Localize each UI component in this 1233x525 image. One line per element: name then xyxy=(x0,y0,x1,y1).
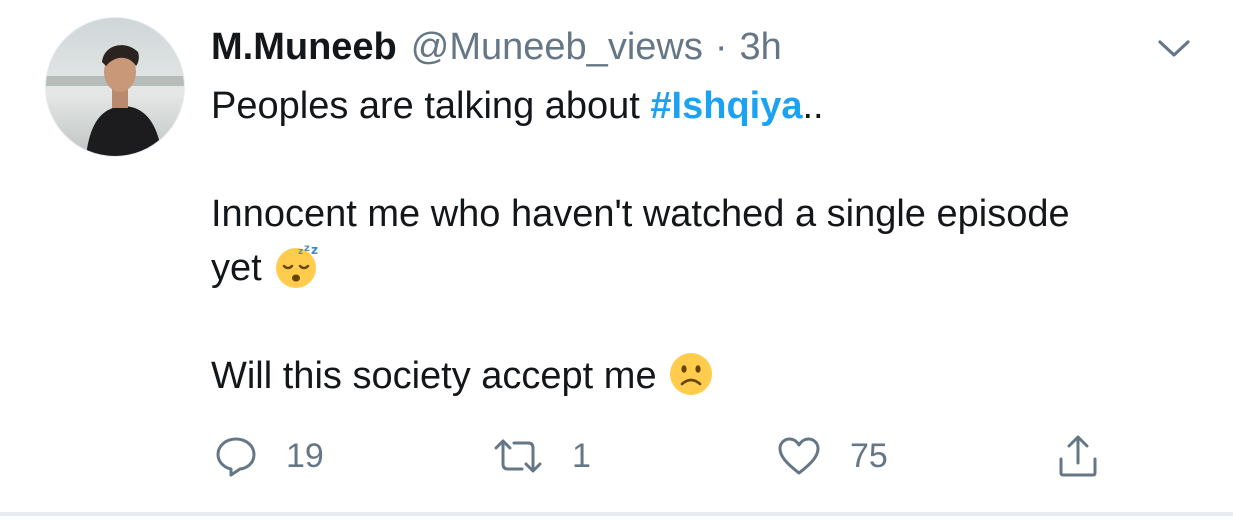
avatar[interactable] xyxy=(46,18,184,156)
slightly-frowning-face-emoji xyxy=(669,352,712,395)
tweet-text-segment: .. xyxy=(802,85,824,127)
reply-icon xyxy=(216,437,256,477)
tweet-actions: 19 1 75 xyxy=(0,430,1233,482)
svg-text:z: z xyxy=(298,247,303,257)
chevron-down-icon[interactable] xyxy=(1154,34,1194,62)
display-name[interactable]: M.Muneeb xyxy=(211,26,397,69)
retweet-button[interactable]: 1 xyxy=(492,430,591,482)
tweet-text-line-2: Innocent me who haven't watched a single… xyxy=(211,193,1070,235)
timestamp[interactable]: 3h xyxy=(740,26,782,69)
tweet[interactable]: M.Muneeb @Muneeb_views · 3h Peoples are … xyxy=(0,0,1233,512)
sleeping-face-emoji: z z z xyxy=(275,243,318,288)
like-count: 75 xyxy=(850,436,888,475)
like-button[interactable]: 75 xyxy=(776,430,888,482)
tweet-text-line-1: Peoples are talking about #Ishqiya.. xyxy=(211,80,824,132)
tweet-header: M.Muneeb @Muneeb_views · 3h xyxy=(211,22,782,72)
retweet-icon xyxy=(494,439,542,473)
tweet-text-segment: Peoples are talking about xyxy=(211,85,651,127)
hashtag-link[interactable]: #Ishqiya xyxy=(650,85,802,127)
share-button[interactable] xyxy=(1056,430,1100,482)
reply-count: 19 xyxy=(286,436,324,475)
user-handle[interactable]: @Muneeb_views xyxy=(411,26,703,69)
tweet-text-segment: Will this society accept me xyxy=(211,355,657,397)
svg-text:z: z xyxy=(311,243,318,257)
avatar-photo xyxy=(46,18,184,156)
like-icon xyxy=(778,437,820,475)
tweet-text-line-4: Will this society accept me xyxy=(211,350,715,402)
tweet-text-segment: yet xyxy=(211,247,262,289)
divider xyxy=(0,512,1233,516)
tweet-text-line-3: yet z z z xyxy=(211,242,320,294)
reply-button[interactable]: 19 xyxy=(214,430,324,482)
retweet-count: 1 xyxy=(572,436,591,475)
separator-dot: · xyxy=(714,25,728,68)
share-icon xyxy=(1059,435,1097,477)
svg-text:z: z xyxy=(304,243,310,254)
